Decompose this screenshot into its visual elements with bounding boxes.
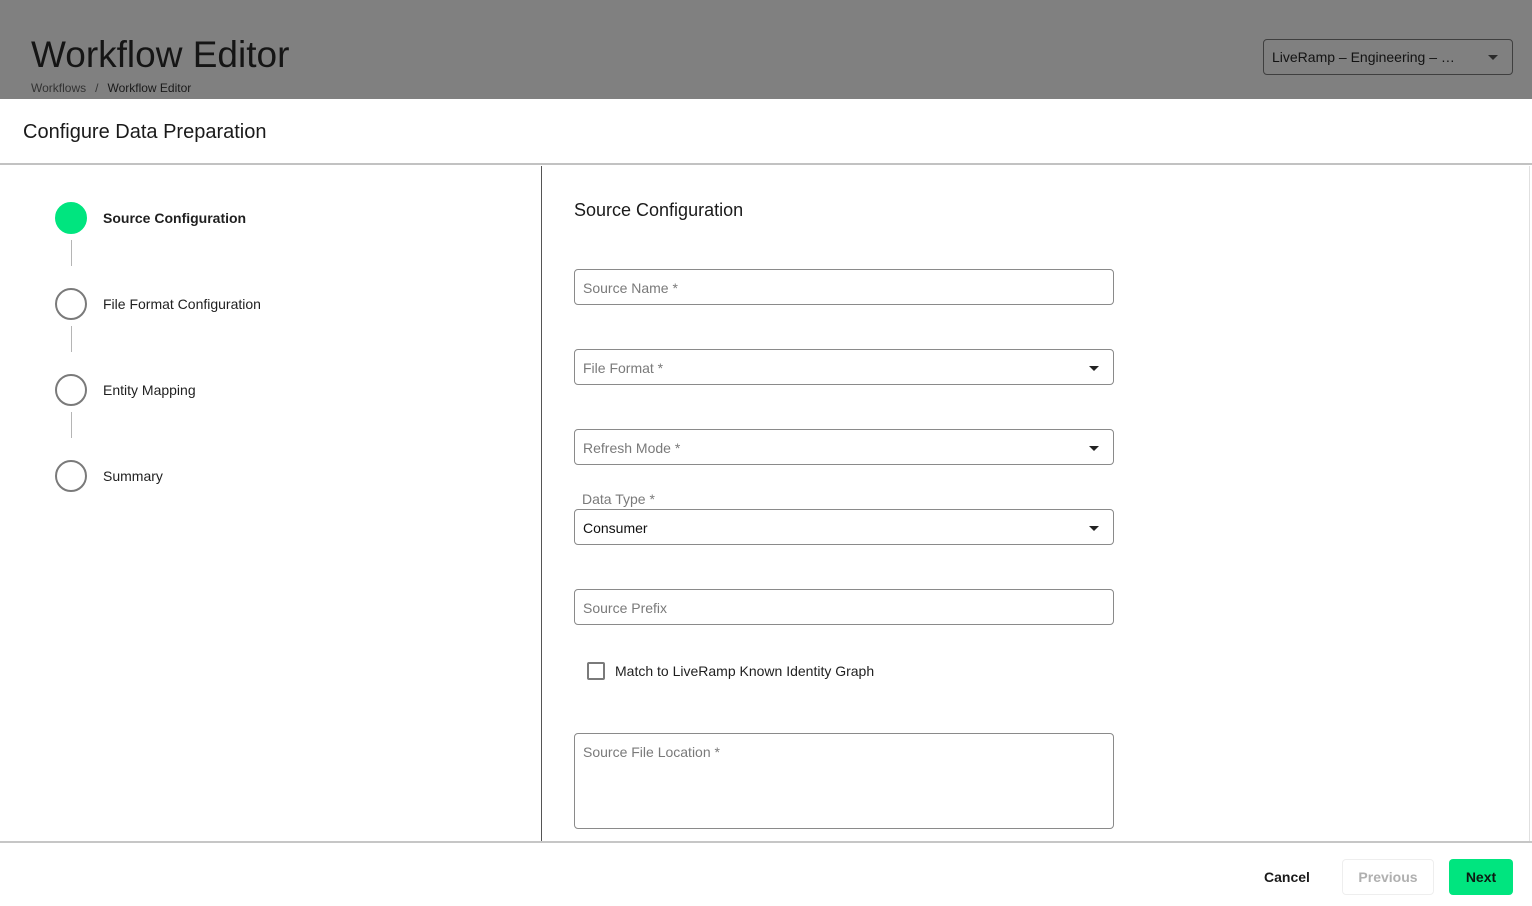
data-type-value: Consumer <box>583 520 648 536</box>
chevron-down-icon <box>1089 526 1099 531</box>
step-pending-icon <box>55 460 87 492</box>
breadcrumb-workflows[interactable]: Workflows <box>31 81 86 95</box>
modal-title: Configure Data Preparation <box>23 121 267 143</box>
step-label: File Format Configuration <box>103 296 261 312</box>
app-header: Workflow Editor Workflows / Workflow Edi… <box>0 0 1532 99</box>
org-selector[interactable]: LiveRamp – Engineering – … <box>1263 39 1513 75</box>
identity-graph-checkbox-row[interactable]: Match to LiveRamp Known Identity Graph <box>587 662 874 680</box>
step-label: Entity Mapping <box>103 382 196 398</box>
form-panel: Source Configuration Source Name * File … <box>543 166 1530 842</box>
refresh-mode-placeholder: Refresh Mode * <box>583 440 681 456</box>
step-summary[interactable]: Summary <box>55 460 163 492</box>
file-format-placeholder: File Format * <box>583 360 664 376</box>
next-button[interactable]: Next <box>1449 859 1513 895</box>
step-entity-mapping[interactable]: Entity Mapping <box>55 374 196 406</box>
page-title: Workflow Editor <box>31 34 290 75</box>
step-source-configuration[interactable]: Source Configuration <box>55 202 246 234</box>
breadcrumb-workflow-editor: Workflow Editor <box>107 81 192 95</box>
step-label: Source Configuration <box>103 210 247 226</box>
previous-button[interactable]: Previous <box>1342 859 1434 895</box>
step-pending-icon <box>55 288 87 320</box>
modal-footer: Cancel Previous Next <box>0 841 1532 906</box>
identity-graph-checkbox[interactable] <box>587 662 605 680</box>
source-name-placeholder: Source Name * <box>583 280 678 296</box>
cancel-button[interactable]: Cancel <box>1250 859 1324 895</box>
source-name-input[interactable]: Source Name * <box>574 269 1114 305</box>
source-file-location-placeholder: Source File Location * <box>583 744 720 760</box>
section-title: Source Configuration <box>574 200 744 220</box>
modal-header: Configure Data Preparation <box>0 99 1532 165</box>
source-prefix-placeholder: Source Prefix <box>583 600 668 616</box>
breadcrumb-separator: / <box>95 81 99 95</box>
step-file-format-configuration[interactable]: File Format Configuration <box>55 288 261 320</box>
chevron-down-icon <box>1089 366 1099 371</box>
refresh-mode-select[interactable]: Refresh Mode * <box>574 429 1114 465</box>
data-type-select[interactable]: Consumer <box>574 509 1114 545</box>
chevron-down-icon <box>1488 55 1498 60</box>
step-label: Summary <box>103 468 163 484</box>
file-format-select[interactable]: File Format * <box>574 349 1114 385</box>
source-prefix-input[interactable]: Source Prefix <box>574 589 1114 625</box>
org-selector-value: LiveRamp – Engineering – … <box>1272 49 1455 65</box>
stepper-panel: Source Configuration File Format Configu… <box>0 166 542 842</box>
chevron-down-icon <box>1089 446 1099 451</box>
breadcrumb: Workflows / Workflow Editor <box>31 81 191 95</box>
source-file-location-textarea[interactable]: Source File Location * <box>574 733 1114 829</box>
step-active-icon <box>55 202 87 234</box>
step-connector <box>71 240 72 266</box>
data-type-label: Data Type * <box>582 491 655 507</box>
step-pending-icon <box>55 374 87 406</box>
identity-graph-checkbox-label[interactable]: Match to LiveRamp Known Identity Graph <box>615 663 874 679</box>
step-connector <box>71 412 72 438</box>
step-connector <box>71 326 72 352</box>
